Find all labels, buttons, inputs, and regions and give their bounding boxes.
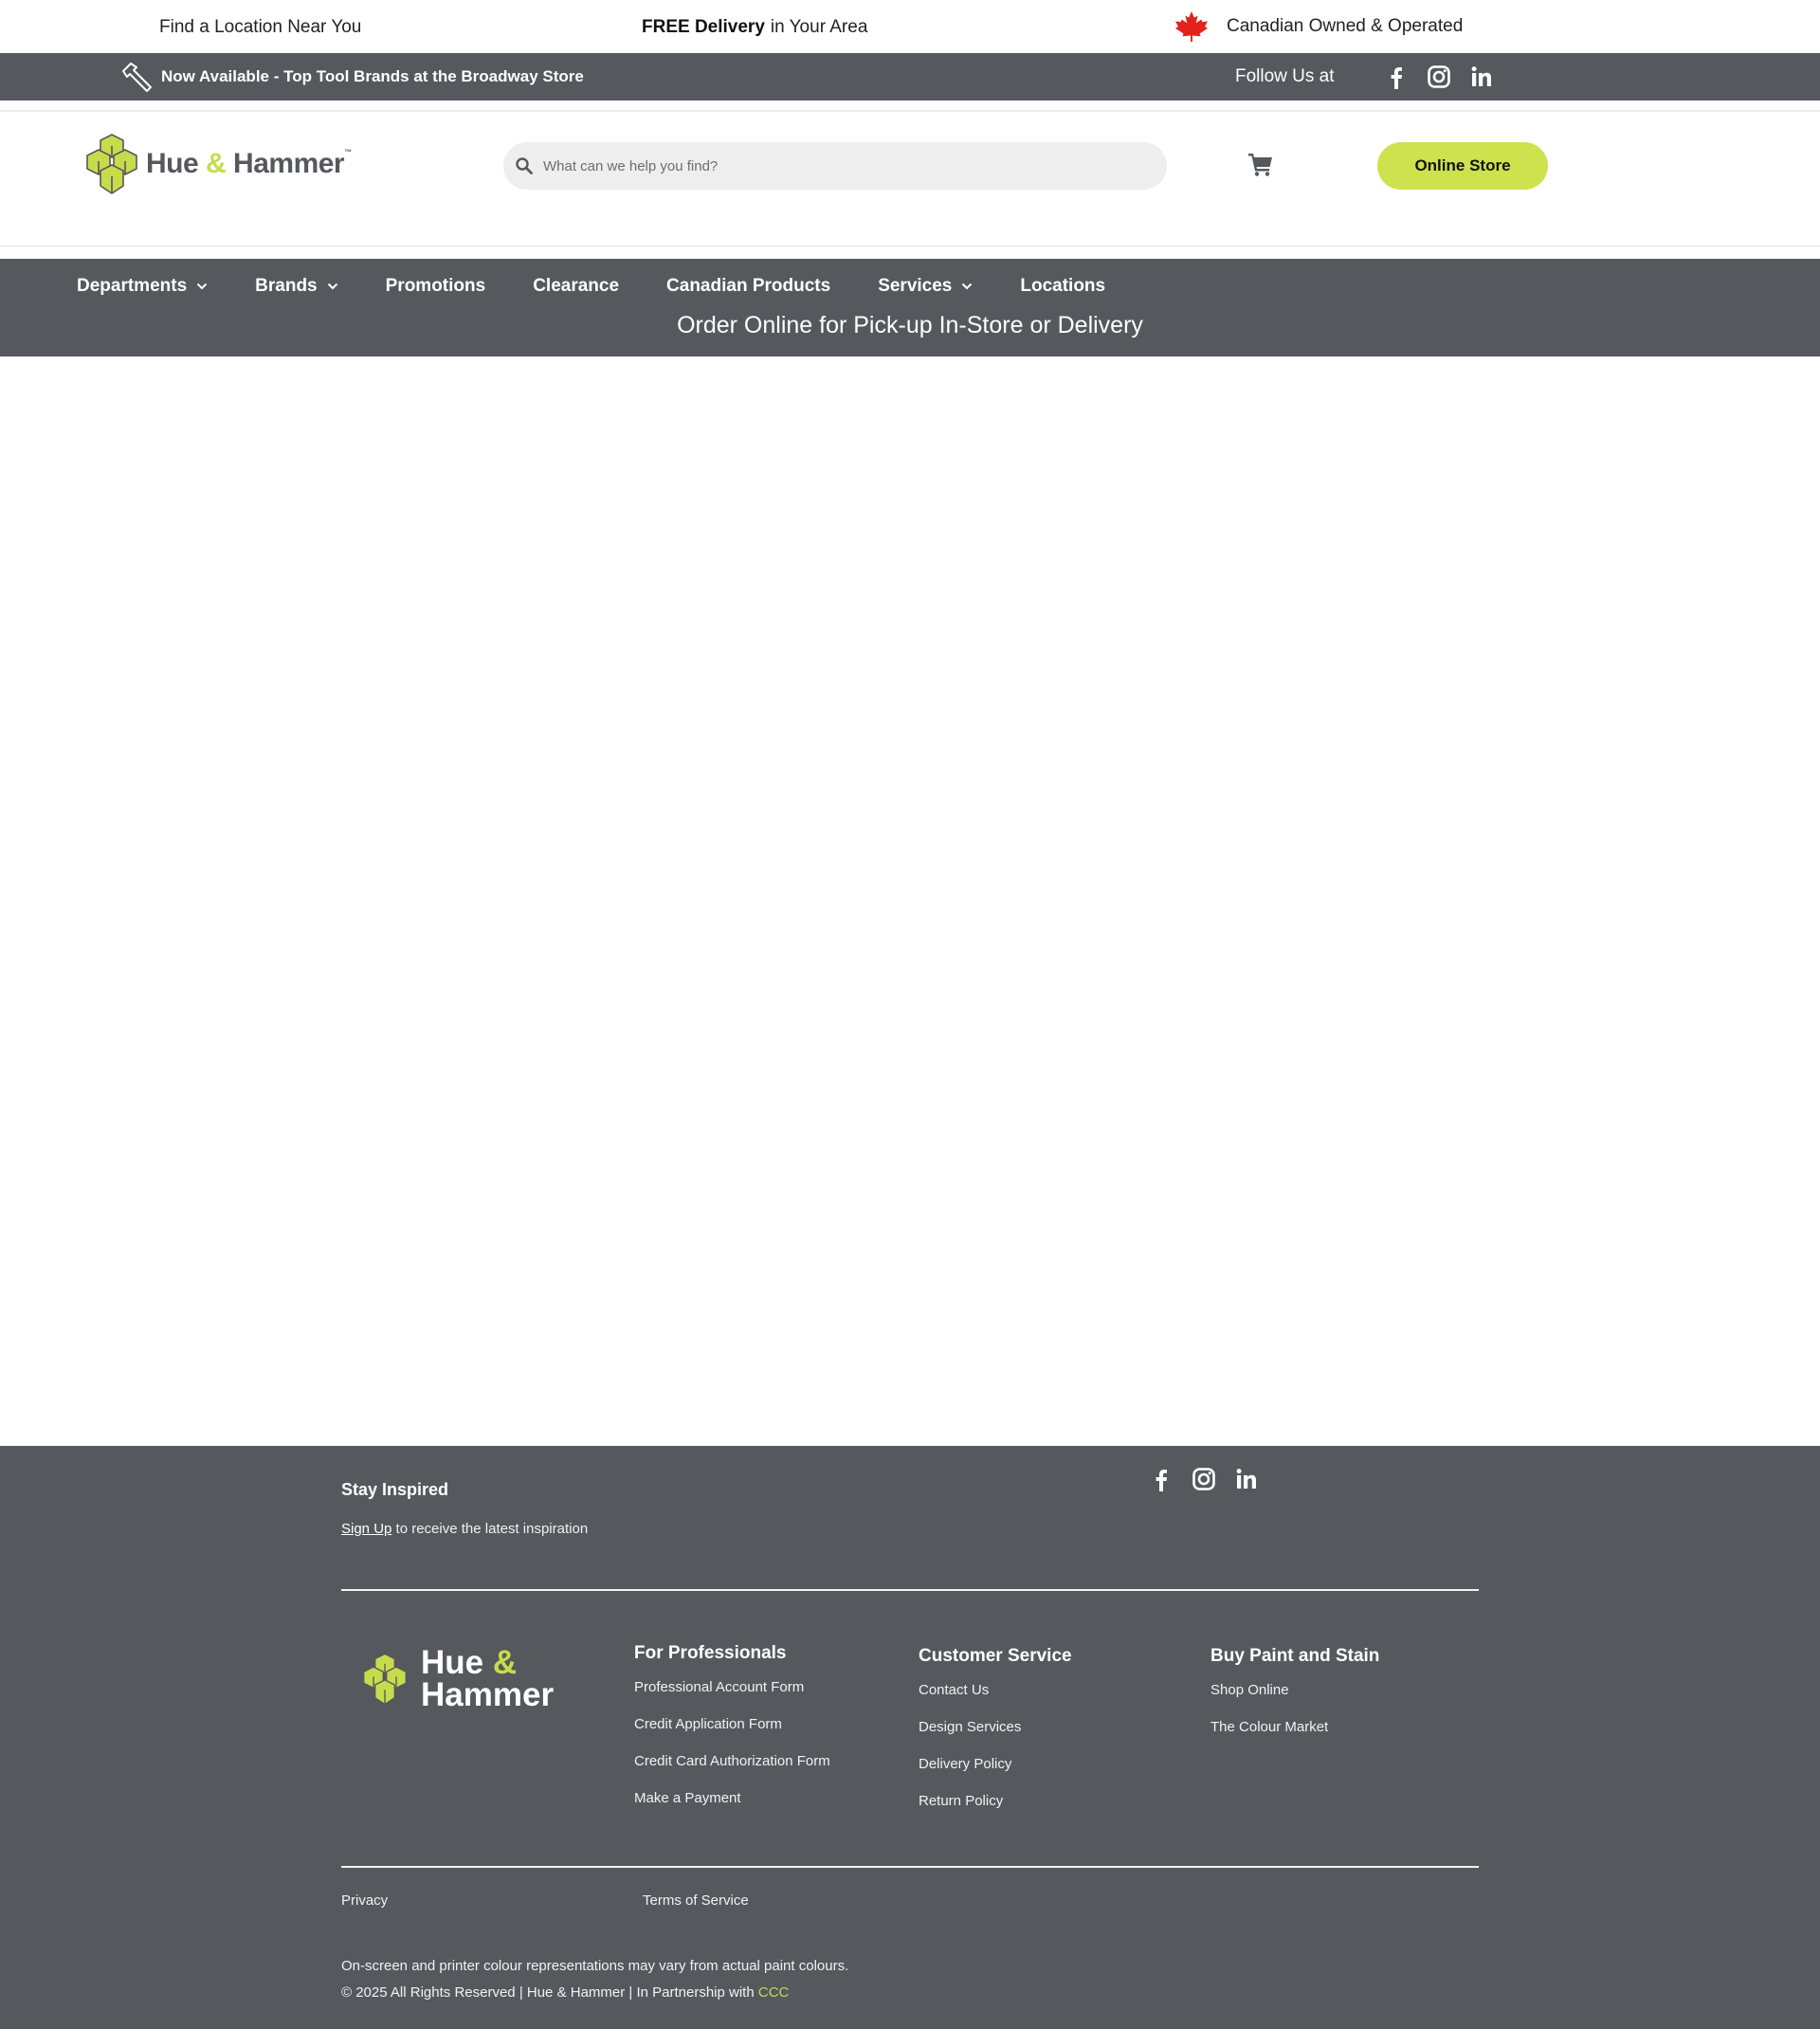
find-location-link[interactable]: Find a Location Near You	[159, 17, 361, 38]
colour-disclaimer: On-screen and printer colour representat…	[341, 1958, 849, 1974]
footer-link[interactable]: Professional Account Form	[634, 1679, 830, 1695]
footer-col-customer-service: Customer Service Contact Us Design Servi…	[919, 1646, 1072, 1830]
logo-ampersand: &	[206, 148, 227, 179]
nav-item-label: Brands	[255, 276, 318, 296]
search-input[interactable]	[543, 157, 1131, 174]
facebook-icon[interactable]	[1149, 1467, 1174, 1491]
online-store-button[interactable]: Online Store	[1377, 142, 1548, 190]
footer-link[interactable]: Credit Application Form	[634, 1716, 830, 1732]
nav-item-locations[interactable]: Locations	[1020, 276, 1105, 297]
logo-mark	[363, 1653, 407, 1706]
footer-col-title: For Professionals	[634, 1643, 787, 1663]
logo-wordmark: Hue & Hammer™	[146, 148, 352, 180]
footer-link[interactable]: Make a Payment	[634, 1790, 830, 1806]
footer-col-title: Buy Paint and Stain	[1210, 1646, 1380, 1666]
nav-item-label: Promotions	[385, 276, 486, 296]
cart-icon	[1248, 154, 1272, 176]
nav-item-departments[interactable]: Departments	[77, 276, 208, 297]
nav-item-clearance[interactable]: Clearance	[533, 276, 619, 297]
facebook-icon[interactable]	[1384, 64, 1409, 89]
nav-item-services[interactable]: Services	[878, 276, 973, 297]
site-header: Hue & Hammer™ Online Store	[0, 112, 1820, 247]
main-navigation: Departments Brands Promotions Clearance …	[0, 259, 1820, 356]
logo-trademark: ™	[344, 148, 352, 156]
top-info-bar: Find a Location Near You FREE Delivery in…	[0, 0, 1820, 53]
nav-item-promotions[interactable]: Promotions	[386, 276, 486, 297]
nav-item-canadian-products[interactable]: Canadian Products	[666, 276, 830, 297]
chevron-down-icon	[327, 283, 338, 290]
signup-link[interactable]: Sign Up	[341, 1521, 391, 1537]
free-delivery-bold: FREE Delivery	[642, 17, 765, 37]
logo-word-hammer: Hammer	[421, 1676, 555, 1713]
logo-word-hue: Hue	[146, 148, 199, 179]
canadian-owned: Canadian Owned & Operated	[1174, 10, 1463, 43]
nav-item-label: Clearance	[533, 276, 620, 296]
search-bar	[503, 142, 1167, 190]
copyright: © 2025 All Rights Reserved | Hue & Hamme…	[341, 1984, 789, 2001]
footer-logo-wordmark: Hue & Hammer	[421, 1646, 555, 1713]
signup-text: Sign Up to receive the latest inspiratio…	[341, 1521, 588, 1537]
footer-divider	[341, 1589, 1479, 1591]
footer-link[interactable]: Contact Us	[919, 1682, 1072, 1698]
stay-inspired-heading: Stay Inspired	[341, 1480, 449, 1499]
site-footer: Stay Inspired Sign Up to receive the lat…	[0, 1446, 1820, 2029]
nav-item-label: Departments	[77, 276, 188, 296]
footer-social-links	[1149, 1467, 1277, 1491]
linkedin-icon[interactable]	[1469, 64, 1494, 89]
footer-col-paint: Buy Paint and Stain Shop Online The Colo…	[1210, 1646, 1379, 1756]
instagram-icon[interactable]	[1192, 1467, 1216, 1491]
footer-link[interactable]: Return Policy	[919, 1793, 1072, 1809]
linkedin-icon[interactable]	[1234, 1467, 1259, 1491]
footer-link[interactable]: Delivery Policy	[919, 1756, 1072, 1772]
footer-link[interactable]: Shop Online	[1210, 1682, 1379, 1698]
footer-col-professionals: For Professionals Professional Account F…	[634, 1643, 830, 1827]
copyright-text: © 2025 All Rights Reserved | Hue & Hamme…	[341, 1984, 755, 2001]
logo-word-hammer: Hammer	[233, 148, 345, 179]
site-logo[interactable]: Hue & Hammer™	[85, 133, 352, 195]
chevron-down-icon	[961, 283, 973, 290]
cart-button[interactable]	[1247, 152, 1274, 176]
announcement-bar: Now Available - Top Tool Brands at the B…	[0, 53, 1820, 101]
footer-col-title: Customer Service	[919, 1646, 1072, 1666]
footer-logo[interactable]: Hue & Hammer	[362, 1646, 555, 1713]
canadian-owned-text: Canadian Owned & Operated	[1227, 16, 1464, 36]
footer-divider	[341, 1866, 1479, 1868]
signup-rest: to receive the latest inspiration	[395, 1521, 589, 1537]
partner-link[interactable]: CCC	[758, 1984, 790, 2001]
follow-us-label: Follow Us at	[1235, 66, 1335, 86]
announcement-text: Now Available - Top Tool Brands at the B…	[161, 67, 584, 85]
free-delivery-text: FREE Delivery in Your Area	[642, 17, 867, 38]
hammer-icon	[122, 63, 152, 92]
terms-link[interactable]: Terms of Service	[643, 1892, 749, 1909]
header-social-links	[1384, 64, 1512, 89]
nav-item-label: Locations	[1020, 276, 1106, 296]
nav-items: Departments Brands Promotions Clearance …	[77, 259, 1153, 297]
privacy-link[interactable]: Privacy	[341, 1892, 388, 1909]
announcement-message[interactable]: Now Available - Top Tool Brands at the B…	[118, 53, 584, 101]
footer-link[interactable]: The Colour Market	[1210, 1719, 1379, 1735]
footer-link[interactable]: Design Services	[919, 1719, 1072, 1735]
chevron-down-icon	[196, 283, 208, 290]
nav-item-label: Canadian Products	[666, 276, 831, 296]
search-icon[interactable]	[515, 156, 534, 175]
nav-item-label: Services	[878, 276, 953, 296]
maple-leaf-icon	[1175, 10, 1208, 43]
nav-tagline: Order Online for Pick-up In-Store or Del…	[677, 312, 1143, 338]
free-delivery-rest: in Your Area	[770, 17, 868, 37]
nav-item-brands[interactable]: Brands	[255, 276, 337, 297]
instagram-icon[interactable]	[1427, 64, 1451, 89]
logo-mark	[86, 134, 137, 194]
footer-link[interactable]: Credit Card Authorization Form	[634, 1753, 830, 1769]
